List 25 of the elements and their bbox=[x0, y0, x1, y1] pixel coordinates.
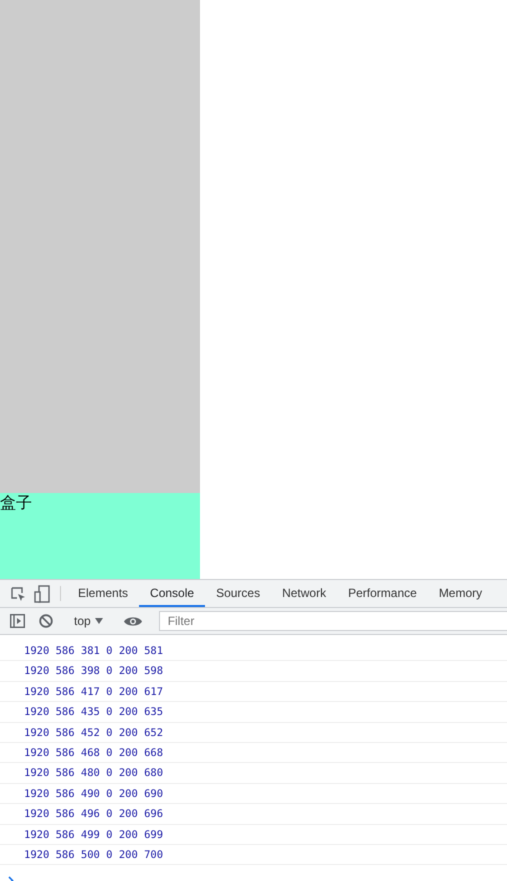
console-log-line: 1920 586 468 0 200 668 bbox=[0, 742, 507, 764]
device-icon[interactable] bbox=[34, 584, 50, 602]
devtools-tab[interactable]: Memory bbox=[428, 580, 494, 607]
console-log-line: 1920 586 417 0 200 617 bbox=[0, 682, 507, 702]
console-log-line: 1920 586 398 0 200 598 bbox=[0, 661, 507, 682]
devtools-tab[interactable]: Elements bbox=[67, 580, 140, 607]
console-log-line: 1920 586 435 0 200 635 bbox=[0, 702, 507, 723]
eye-icon[interactable] bbox=[124, 616, 142, 626]
filter-field[interactable]: Filter bbox=[158, 611, 507, 631]
console-log-line: 1920 586 480 0 200 680 bbox=[0, 763, 507, 784]
clear-icon[interactable] bbox=[39, 614, 53, 628]
box-label: 盒子 bbox=[0, 493, 32, 513]
console-log-line: 1920 586 490 0 200 690 bbox=[0, 784, 507, 804]
console-log-line: 1920 586 381 0 200 581 bbox=[0, 641, 507, 662]
context-dropdown[interactable]: top bbox=[70, 612, 107, 630]
caret-icon bbox=[94, 618, 103, 624]
console-log-line: 1920 586 499 0 200 699 bbox=[0, 824, 507, 845]
sidebar-toggle-icon[interactable] bbox=[10, 614, 25, 628]
console-log-line: 1920 586 500 0 200 700 bbox=[0, 844, 507, 866]
devtools-tab[interactable]: Performance bbox=[337, 580, 428, 607]
devtools-tab[interactable]: Sources bbox=[205, 580, 272, 607]
devtools-tab[interactable]: Network bbox=[271, 580, 338, 607]
console-log-line: 1920 586 496 0 200 696 bbox=[0, 804, 507, 825]
inspect-icon[interactable] bbox=[10, 586, 26, 602]
console-log-line: 1920 586 452 0 200 652 bbox=[0, 722, 507, 743]
